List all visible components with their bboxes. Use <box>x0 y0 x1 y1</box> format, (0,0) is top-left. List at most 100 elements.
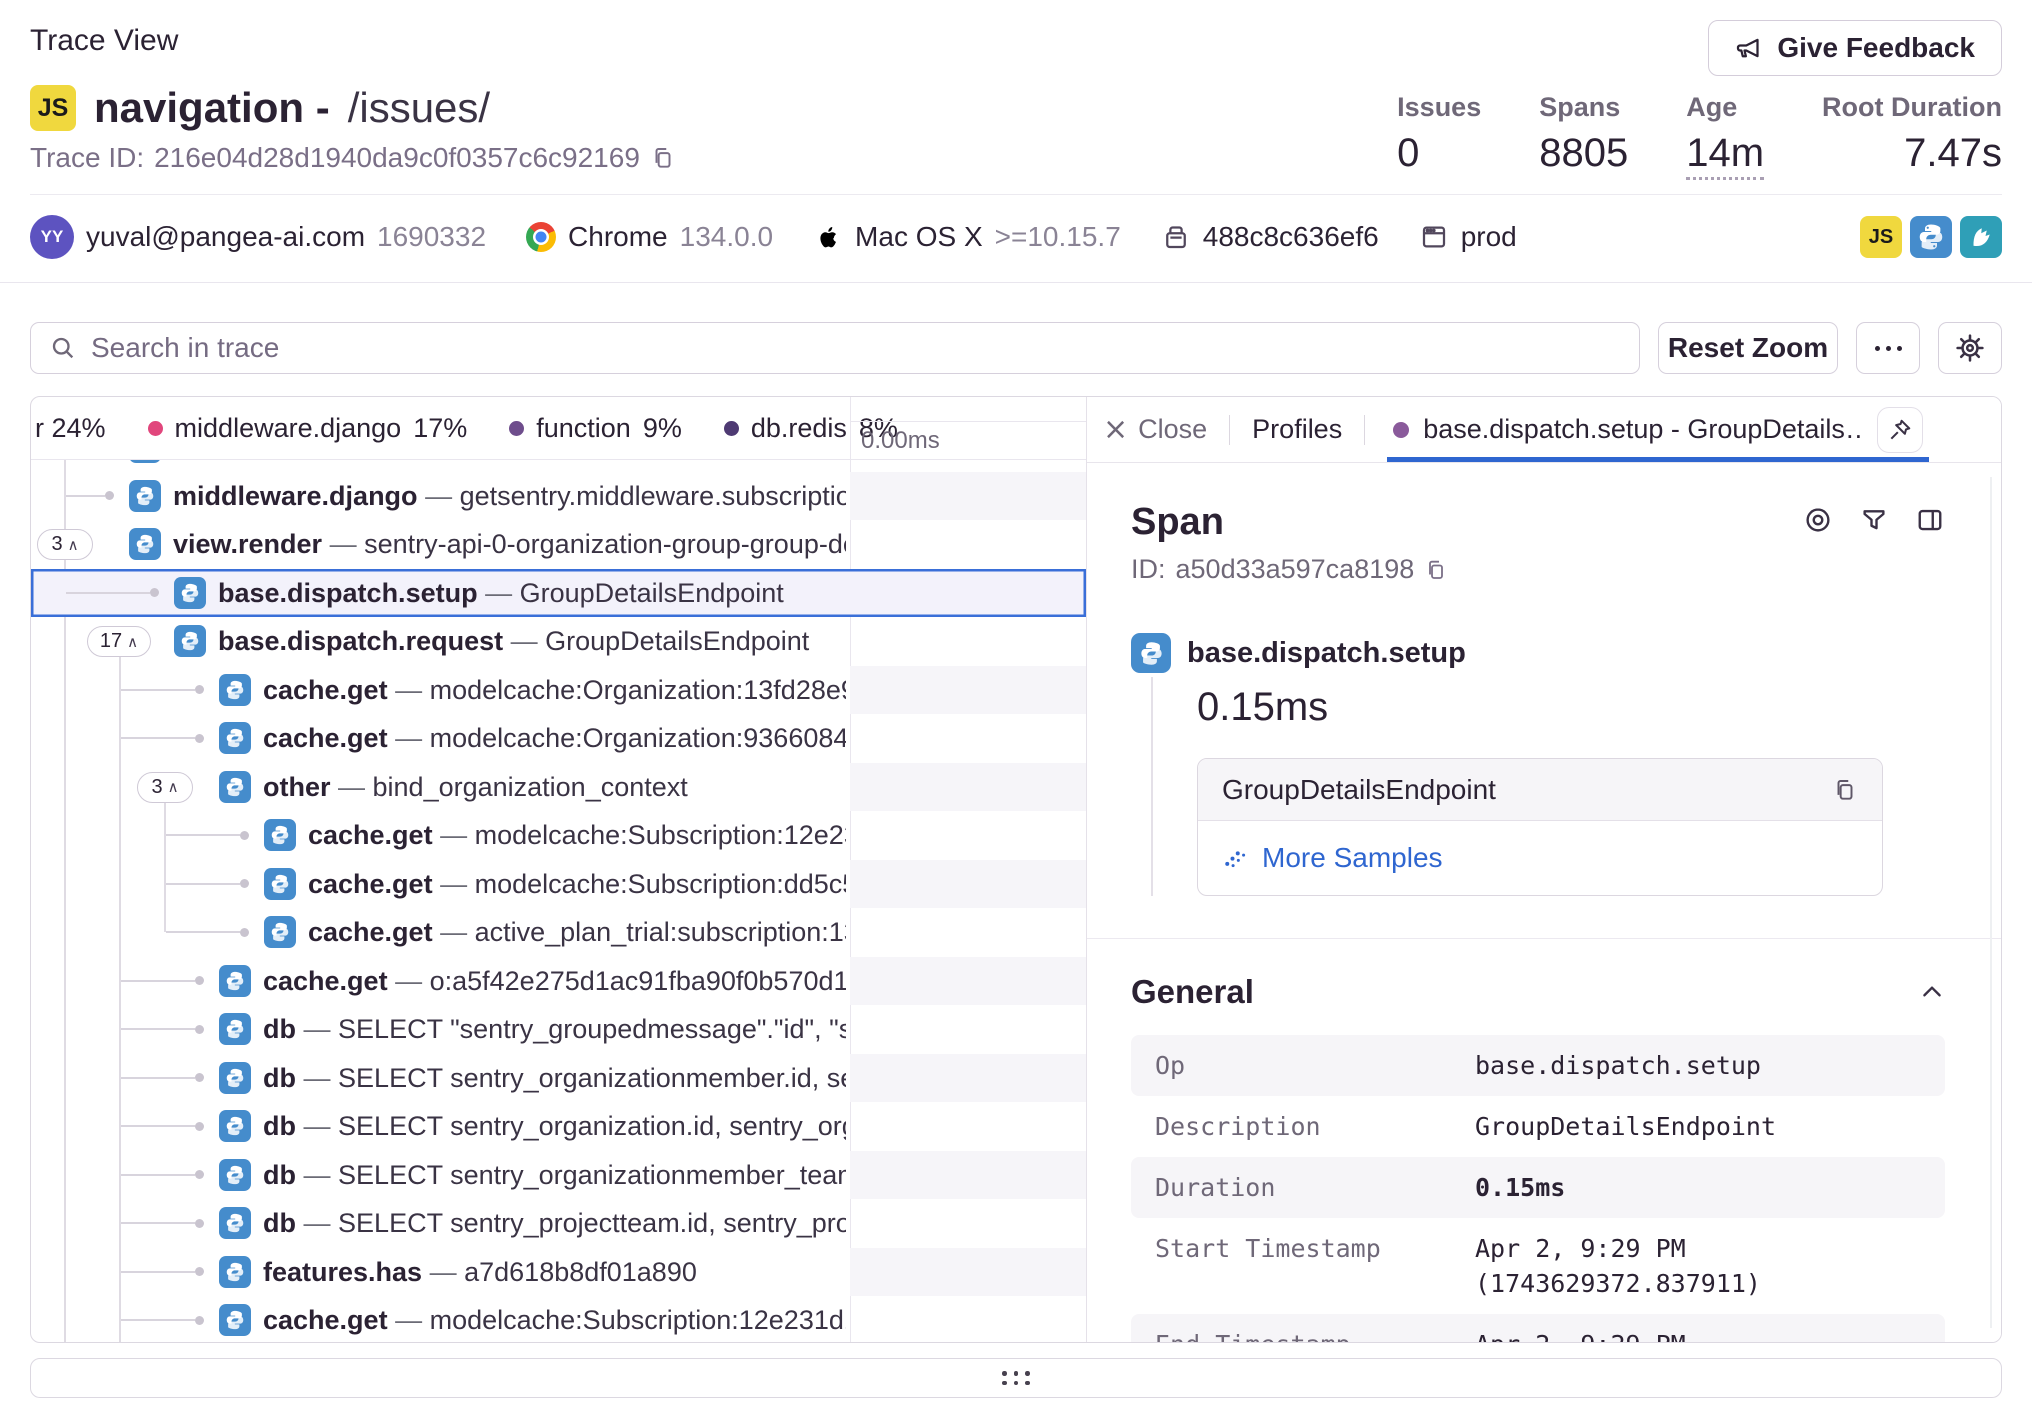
trace-row[interactable]: cache.get — modelcache:Subscription:12e2… <box>31 811 1086 860</box>
trace-row[interactable]: db — SELECT sentry_organization.id, sent… <box>31 1102 1086 1151</box>
python-icon <box>219 1256 251 1288</box>
general-table: Op base.dispatch.setup Description Group… <box>1131 1035 1945 1343</box>
tree-connector <box>66 495 105 497</box>
trace-row[interactable]: cache.get — o:a5f42e275d1ac91fba90f0b570… <box>31 957 1086 1006</box>
pin-icon <box>1887 417 1913 443</box>
header-divider <box>30 194 2002 195</box>
sample-name: GroupDetailsEndpoint <box>1222 774 1496 806</box>
window-icon <box>1419 222 1449 252</box>
close-drawer-button[interactable]: × Close <box>1103 414 1207 445</box>
timeline-axis-tick: 0.00ms <box>851 421 1086 460</box>
general-section-title: General <box>1131 973 1254 1011</box>
python-icon <box>264 819 296 851</box>
python-icon <box>219 1207 251 1239</box>
user-id: 1690332 <box>377 221 486 253</box>
copy-icon[interactable] <box>1832 777 1858 803</box>
trace-row[interactable]: 3∧ other — bind_organization_context <box>31 763 1086 812</box>
trace-row[interactable]: features.has — a7d618b8df01a890 <box>31 1248 1086 1297</box>
trace-row[interactable]: 3∧ view.render — sentry-api-0-organizati… <box>31 520 1086 569</box>
collapse-chip[interactable]: 3∧ <box>137 772 193 803</box>
more-samples-link[interactable]: More Samples <box>1222 842 1443 874</box>
trace-row[interactable]: db — SELECT sentry_organizationmember.id… <box>31 1054 1086 1103</box>
chevron-up-icon: ∧ <box>127 633 138 651</box>
trace-row[interactable]: cache.get — modelcache:Organization:13fd… <box>31 666 1086 715</box>
legend-dot <box>724 421 739 436</box>
python-platform-icon <box>1910 216 1952 258</box>
python-icon <box>219 1159 251 1191</box>
drawer-tabbar: × Close Profiles base.dispatch.setup - G… <box>1087 397 2001 463</box>
chevron-up-icon: ∧ <box>68 536 79 554</box>
stat-spans: Spans 8805 <box>1539 92 1628 180</box>
trace-id: Trace ID: 216e04d28d1940da9c0f0357c6c921… <box>30 142 676 174</box>
trace-row[interactable]: cache.get — modelcache:Subscription:12e2… <box>31 1296 1086 1342</box>
trace-row[interactable]: 17∧ base.dispatch.request — GroupDetails… <box>31 617 1086 666</box>
legend-item[interactable]: middleware.django 17% <box>148 413 468 444</box>
tree-connector <box>121 1028 195 1030</box>
reset-zoom-button[interactable]: Reset Zoom <box>1658 322 1838 374</box>
os-name: Mac OS X <box>855 221 983 253</box>
search-input[interactable] <box>91 332 1621 364</box>
tree-connector <box>121 980 195 982</box>
funnel-icon[interactable] <box>1859 505 1889 535</box>
give-feedback-button[interactable]: Give Feedback <box>1708 20 2002 76</box>
python-icon <box>219 674 251 706</box>
tree-connector <box>121 1319 195 1321</box>
tree-connector <box>166 883 240 885</box>
browser-version: 134.0.0 <box>680 221 773 253</box>
trace-row[interactable]: db — SELECT sentry_projectteam.id, sentr… <box>31 1199 1086 1248</box>
sidebar-layout-icon[interactable] <box>1915 505 1945 535</box>
collapse-chip[interactable]: 17∧ <box>87 626 151 657</box>
table-row: Duration 0.15ms <box>1131 1157 1945 1218</box>
python-icon <box>174 577 206 609</box>
legend-dot <box>148 421 163 436</box>
environment-name: prod <box>1461 221 1517 253</box>
tree-connector <box>121 1174 195 1176</box>
trace-row[interactable]: db — SELECT "sentry_groupedmessage"."id"… <box>31 1005 1086 1054</box>
python-icon <box>219 1062 251 1094</box>
python-icon <box>219 771 251 803</box>
span-tree: middleware.django — getsentry.middleware… <box>31 460 1086 1342</box>
settings-button[interactable] <box>1938 322 2002 374</box>
python-icon <box>219 965 251 997</box>
trace-row[interactable]: cache.get — modelcache:Organization:9366… <box>31 714 1086 763</box>
copy-icon[interactable] <box>650 145 676 171</box>
legend-item-clipped[interactable]: r 24% <box>35 413 106 444</box>
python-icon <box>174 625 206 657</box>
focus-span-icon[interactable] <box>1803 505 1833 535</box>
panel-resize-handle[interactable] <box>30 1358 2002 1398</box>
drag-grip-icon <box>1002 1371 1030 1385</box>
python-icon <box>219 722 251 754</box>
trace-row-selected[interactable]: base.dispatch.setup — GroupDetailsEndpoi… <box>31 569 1086 618</box>
table-row: Op base.dispatch.setup <box>1131 1035 1945 1096</box>
python-icon <box>264 916 296 948</box>
python-icon <box>1131 633 1171 673</box>
platform-badges: JS <box>1860 216 2002 258</box>
apple-icon <box>813 222 843 252</box>
chrome-icon <box>526 222 556 252</box>
tree-connector <box>121 689 195 691</box>
drawer-section-divider <box>1087 938 2001 939</box>
pin-tab-button[interactable] <box>1877 407 1923 453</box>
tab-profiles[interactable]: Profiles <box>1252 414 1342 445</box>
trace-row[interactable]: middleware.django — getsentry.middleware… <box>31 472 1086 521</box>
environment-group: prod <box>1419 221 1517 253</box>
chevron-up-icon[interactable] <box>1919 979 1945 1005</box>
more-options-button[interactable] <box>1856 322 1920 374</box>
legend-item[interactable]: function 9% <box>509 413 682 444</box>
legend-dot <box>509 421 524 436</box>
javascript-platform-icon: JS <box>1860 216 1902 258</box>
drawer-scrollbar[interactable] <box>1990 477 1992 1328</box>
copy-icon[interactable] <box>1424 558 1448 582</box>
javascript-platform-icon: JS <box>30 85 76 131</box>
stat-issues: Issues 0 <box>1397 92 1481 180</box>
trace-row[interactable] <box>31 460 1086 472</box>
os-version: >=10.15.7 <box>995 221 1121 253</box>
device-id: 488c8c636ef6 <box>1203 221 1379 253</box>
tab-span-details[interactable]: base.dispatch.setup - GroupDetails… <box>1387 397 1929 462</box>
trace-row[interactable]: cache.get — active_plan_trial:subscripti… <box>31 908 1086 957</box>
avatar: YY <box>30 215 74 259</box>
trace-row[interactable]: cache.get — modelcache:Subscription:dd5c… <box>31 860 1086 909</box>
collapse-chip[interactable]: 3∧ <box>37 529 93 560</box>
user-group: YY yuval@pangea-ai.com 1690332 <box>30 215 486 259</box>
trace-row[interactable]: db — SELECT sentry_organizationmember_te… <box>31 1151 1086 1200</box>
